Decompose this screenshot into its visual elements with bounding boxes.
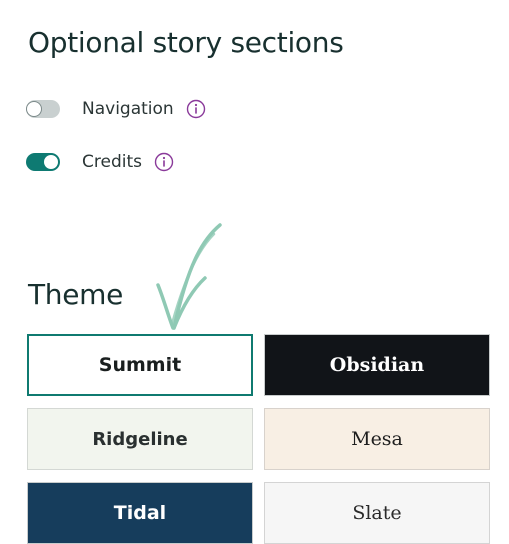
theme-option-mesa[interactable]: Mesa	[264, 408, 490, 470]
theme-option-tidal[interactable]: Tidal	[27, 482, 253, 544]
credits-toggle-row: Credits	[26, 148, 174, 176]
theme-option-summit[interactable]: Summit	[27, 334, 253, 396]
credits-label: Credits	[82, 152, 142, 172]
info-icon[interactable]	[154, 152, 174, 172]
navigation-toggle[interactable]	[26, 100, 60, 118]
toggle-knob	[26, 101, 42, 117]
credits-toggle[interactable]	[26, 153, 60, 171]
annotation-arrow-icon	[156, 223, 222, 330]
navigation-toggle-row: Navigation	[26, 95, 206, 123]
theme-option-ridgeline[interactable]: Ridgeline	[27, 408, 253, 470]
info-icon[interactable]	[186, 99, 206, 119]
navigation-label: Navigation	[82, 99, 174, 119]
theme-title: Theme	[28, 278, 124, 311]
optional-sections-title: Optional story sections	[28, 26, 344, 59]
theme-option-obsidian[interactable]: Obsidian	[264, 334, 490, 396]
theme-option-slate[interactable]: Slate	[264, 482, 490, 544]
toggle-knob	[43, 154, 59, 170]
